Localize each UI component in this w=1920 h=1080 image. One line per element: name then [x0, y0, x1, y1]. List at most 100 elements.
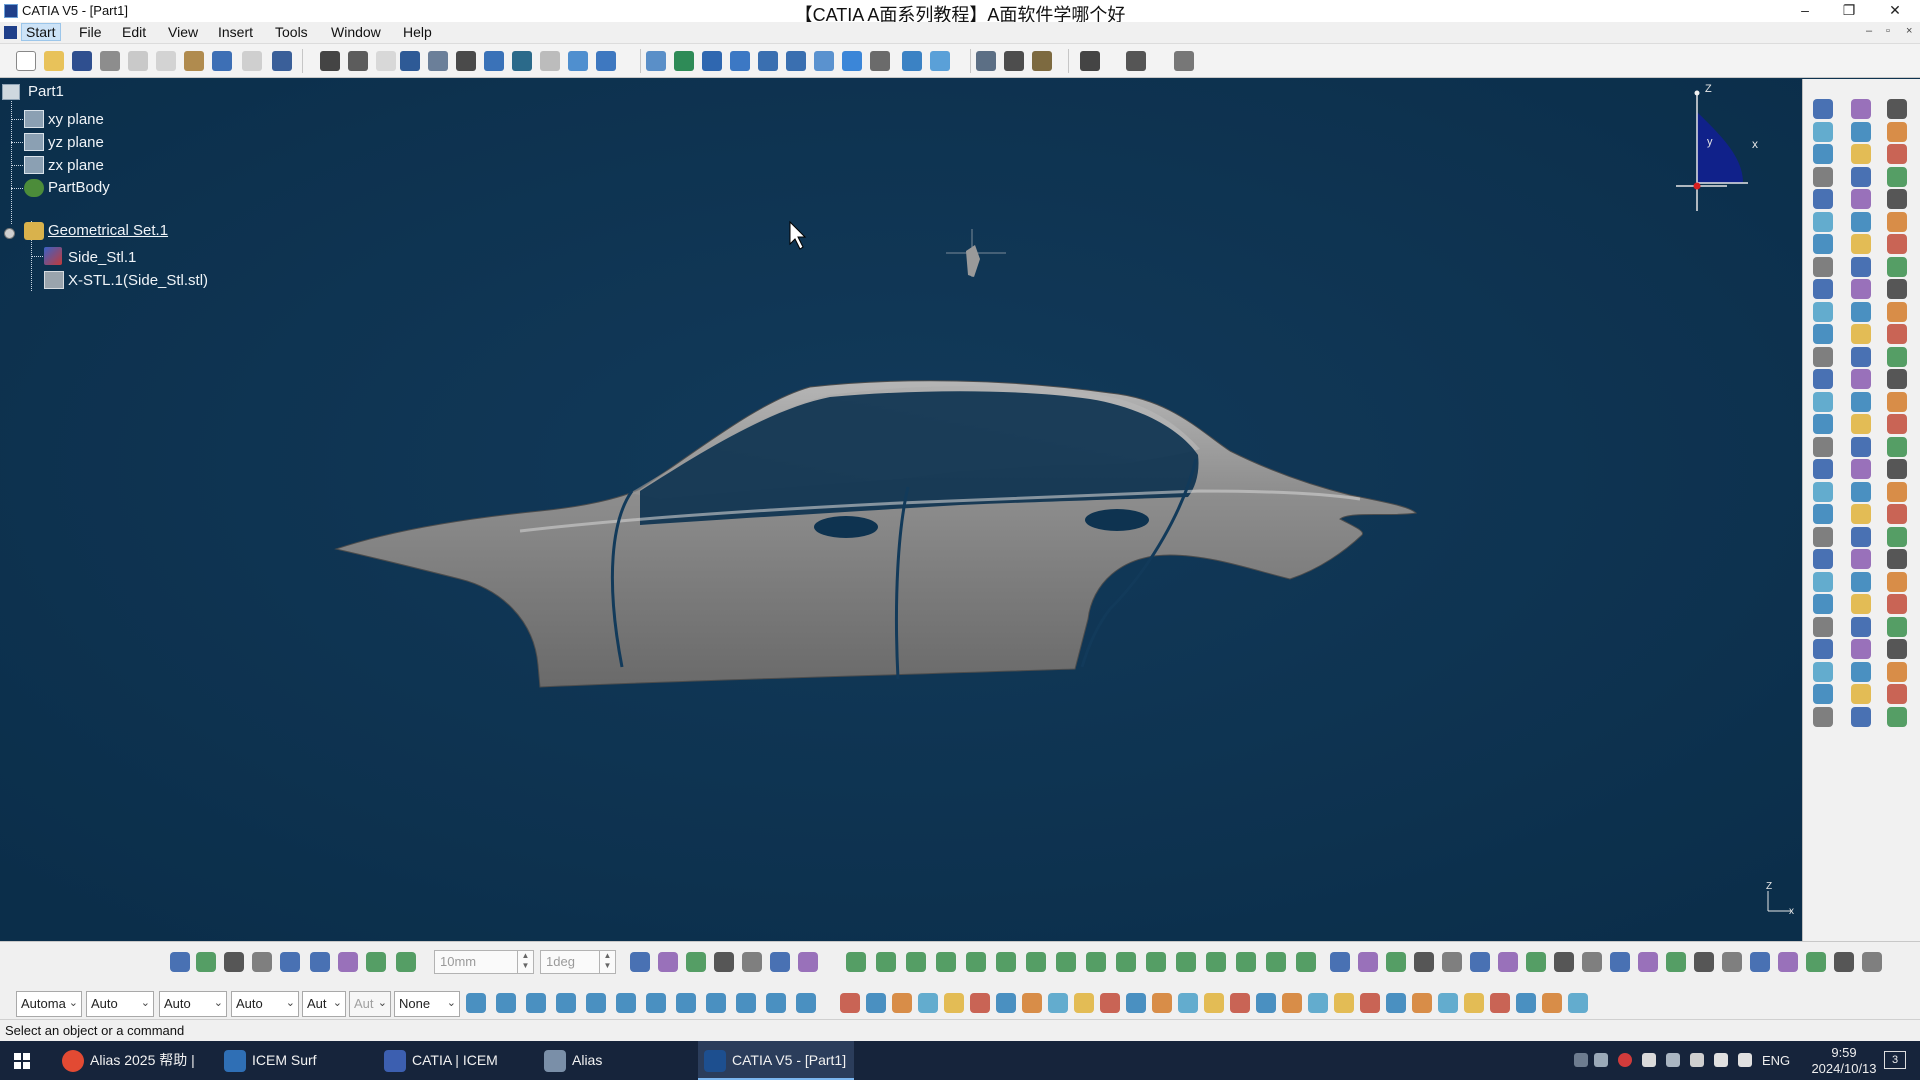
whats-this-icon[interactable] — [272, 51, 292, 71]
shape-tool-icon[interactable] — [1722, 952, 1742, 972]
operation-tool-icon[interactable] — [1887, 99, 1907, 119]
rotate-icon[interactable] — [730, 51, 750, 71]
combo-auto-2[interactable]: Auto ⌄ — [159, 991, 227, 1017]
mdi-close-button[interactable]: × — [1906, 25, 1912, 37]
freestyle-tool-icon[interactable] — [944, 993, 964, 1013]
combo-auto-3[interactable]: Auto ⌄ — [231, 991, 299, 1017]
sketch-tool-icon[interactable] — [1813, 684, 1833, 704]
view-tool-icon[interactable] — [196, 952, 216, 972]
plane-icon[interactable] — [24, 110, 44, 128]
sketch-tool-icon[interactable] — [1813, 459, 1833, 479]
shape-tool-icon[interactable] — [1498, 952, 1518, 972]
freestyle-tool-icon[interactable] — [1048, 993, 1068, 1013]
update-icon[interactable] — [512, 51, 532, 71]
sketch-tool-icon[interactable] — [1813, 414, 1833, 434]
tree-item-xy-plane[interactable]: xy plane — [48, 111, 104, 128]
edit-tool-icon[interactable] — [796, 993, 816, 1013]
analysis-icon[interactable] — [596, 51, 616, 71]
geometrical-set-icon[interactable] — [24, 222, 44, 240]
surface-tool-icon[interactable] — [1851, 324, 1871, 344]
mesh-icon[interactable] — [44, 271, 64, 289]
snap-tool-icon[interactable] — [686, 952, 706, 972]
sketch-tool-icon[interactable] — [1813, 324, 1833, 344]
view-tool-icon[interactable] — [280, 952, 300, 972]
freestyle-tool-icon[interactable] — [1490, 993, 1510, 1013]
sketch-tool-icon[interactable] — [1813, 167, 1833, 187]
sketch-tool-icon[interactable] — [1813, 549, 1833, 569]
analysis-tool-icon[interactable] — [846, 952, 866, 972]
surface-tool-icon[interactable] — [1851, 437, 1871, 457]
freestyle-tool-icon[interactable] — [970, 993, 990, 1013]
angle-step-field[interactable]: 1deg ▲ ▼ — [540, 950, 616, 974]
volume-icon[interactable] — [1738, 1053, 1752, 1067]
view-tool-icon[interactable] — [396, 952, 416, 972]
cut-icon[interactable] — [128, 51, 148, 71]
hide-show-icon[interactable] — [902, 51, 922, 71]
analysis-tool-icon[interactable] — [1236, 952, 1256, 972]
tree-item-x-stl[interactable]: X-STL.1(Side_Stl.stl) — [68, 272, 208, 289]
surface-tool-icon[interactable] — [1851, 279, 1871, 299]
freestyle-tool-icon[interactable] — [1074, 993, 1094, 1013]
sketch-tool-icon[interactable] — [1813, 662, 1833, 682]
tree-item-zx-plane[interactable]: zx plane — [48, 157, 104, 174]
surface-tool-icon[interactable] — [1851, 617, 1871, 637]
operation-tool-icon[interactable] — [1887, 482, 1907, 502]
operation-tool-icon[interactable] — [1887, 617, 1907, 637]
freestyle-tool-icon[interactable] — [1022, 993, 1042, 1013]
input-language[interactable]: ENG — [1762, 1041, 1790, 1080]
freestyle-tool-icon[interactable] — [918, 993, 938, 1013]
operation-tool-icon[interactable] — [1887, 212, 1907, 232]
operation-tool-icon[interactable] — [1887, 414, 1907, 434]
analysis-tool-icon[interactable] — [1296, 952, 1316, 972]
edit-tool-icon[interactable] — [676, 993, 696, 1013]
surface-tool-icon[interactable] — [1851, 99, 1871, 119]
freestyle-tool-icon[interactable] — [1100, 993, 1120, 1013]
close-button[interactable]: ✕ — [1872, 0, 1918, 22]
surface-tool-icon[interactable] — [1851, 504, 1871, 524]
partbody-gear-icon[interactable] — [24, 179, 44, 197]
tray-app-icon[interactable] — [1642, 1053, 1656, 1067]
mdi-restore-button[interactable]: ▫ — [1886, 25, 1890, 37]
shape-tool-icon[interactable] — [1750, 952, 1770, 972]
operation-tool-icon[interactable] — [1887, 639, 1907, 659]
collapse-icon[interactable] — [4, 228, 15, 239]
analysis-tool-icon[interactable] — [996, 952, 1016, 972]
shape-tool-icon[interactable] — [1470, 952, 1490, 972]
menu-view[interactable]: View — [164, 24, 202, 40]
operation-tool-icon[interactable] — [1887, 684, 1907, 704]
inertia-icon[interactable] — [1032, 51, 1052, 71]
snap-tool-icon[interactable] — [770, 952, 790, 972]
operation-tool-icon[interactable] — [1887, 662, 1907, 682]
capture-icon[interactable] — [1080, 51, 1100, 71]
operation-tool-icon[interactable] — [1887, 122, 1907, 142]
stl-curve-icon[interactable] — [44, 247, 62, 265]
surface-tool-icon[interactable] — [1851, 234, 1871, 254]
view-tool-icon[interactable] — [224, 952, 244, 972]
shape-tool-icon[interactable] — [1610, 952, 1630, 972]
windows-start-icon[interactable] — [14, 1053, 30, 1069]
comment-icon[interactable] — [348, 51, 368, 71]
surface-tool-icon[interactable] — [1851, 549, 1871, 569]
restore-button[interactable]: ❐ — [1826, 0, 1872, 22]
surface-tool-icon[interactable] — [1851, 414, 1871, 434]
menu-file[interactable]: File — [75, 24, 106, 40]
edit-tool-icon[interactable] — [466, 993, 486, 1013]
shape-tool-icon[interactable] — [1778, 952, 1798, 972]
surface-tool-icon[interactable] — [1851, 684, 1871, 704]
edit-tool-icon[interactable] — [766, 993, 786, 1013]
shape-tool-icon[interactable] — [1554, 952, 1574, 972]
print-icon[interactable] — [100, 51, 120, 71]
open-icon[interactable] — [44, 51, 64, 71]
spinner-icon[interactable]: ▲ ▼ — [599, 951, 615, 973]
freestyle-tool-icon[interactable] — [840, 993, 860, 1013]
taskbar-app-icem-surf[interactable]: ICEM Surf — [218, 1041, 338, 1080]
freestyle-tool-icon[interactable] — [1126, 993, 1146, 1013]
sketch-tool-icon[interactable] — [1813, 482, 1833, 502]
shape-tool-icon[interactable] — [1834, 952, 1854, 972]
minimize-button[interactable]: – — [1782, 0, 1828, 22]
sketch-tool-icon[interactable] — [1813, 122, 1833, 142]
freestyle-tool-icon[interactable] — [1386, 993, 1406, 1013]
combo-automa[interactable]: Automa ⌄ — [16, 991, 82, 1017]
operation-tool-icon[interactable] — [1887, 594, 1907, 614]
shape-tool-icon[interactable] — [1386, 952, 1406, 972]
